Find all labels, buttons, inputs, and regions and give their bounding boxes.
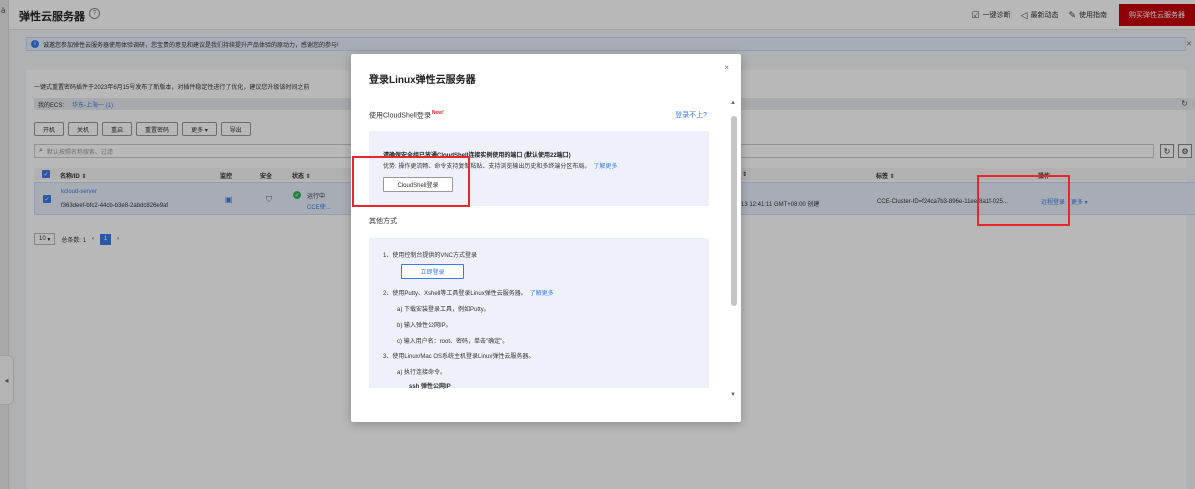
putty-substep-a: a) 下载安装登录工具，例如Putty。 [397, 307, 490, 313]
linux-mac-substep-a: a) 执行连接命令。 [397, 370, 447, 376]
cloudshell-section-label: 使用CloudShell登录New! [369, 110, 444, 120]
scroll-up-icon[interactable]: ▲ [730, 100, 736, 106]
learn-more-link[interactable]: 了解更多 [593, 164, 617, 170]
highlight-remote-login [977, 175, 1070, 226]
login-linux-modal: 登录Linux弹性云服务器 × 使用CloudShell登录New! 登录不上?… [351, 54, 741, 422]
other-methods-box: 1、使用控制台提供的VNC方式登录 立即登录 2、使用Putty、Xshell等… [369, 238, 709, 390]
cloudshell-label-text: 使用CloudShell登录 [369, 112, 431, 120]
putty-learn-more-link[interactable]: 了解更多 [530, 291, 554, 297]
putty-step-text: 2、使用Putty、Xshell等工具登录Linux弹性云服务器。 [383, 291, 527, 297]
cant-login-link[interactable]: 登录不上? [675, 110, 707, 120]
close-icon[interactable]: × [724, 63, 729, 72]
highlight-cloudshell-login [352, 156, 470, 207]
scroll-down-icon[interactable]: ▼ [730, 392, 736, 398]
ssh-command: ssh 弹性公网IP [409, 384, 451, 390]
other-methods-label: 其他方式 [369, 218, 397, 225]
vnc-step: 1、使用控制台提供的VNC方式登录 [383, 253, 478, 259]
new-badge: New! [431, 110, 444, 116]
putty-substep-c: c) 输入用户名：root、密码，单击"确定"。 [397, 339, 509, 345]
linux-mac-step: 3、使用Linux/Mac OS系统主机登录Linux弹性云服务器。 [383, 354, 535, 360]
vnc-login-button[interactable]: 立即登录 [401, 264, 464, 279]
modal-scrollbar[interactable]: ▲ ▼ [730, 100, 737, 398]
modal-title: 登录Linux弹性云服务器 [369, 75, 476, 86]
putty-substep-b: b) 输入弹性公网IP。 [397, 323, 452, 329]
scroll-thumb[interactable] [731, 116, 737, 306]
putty-step: 2、使用Putty、Xshell等工具登录Linux弹性云服务器。 了解更多 [383, 288, 554, 297]
